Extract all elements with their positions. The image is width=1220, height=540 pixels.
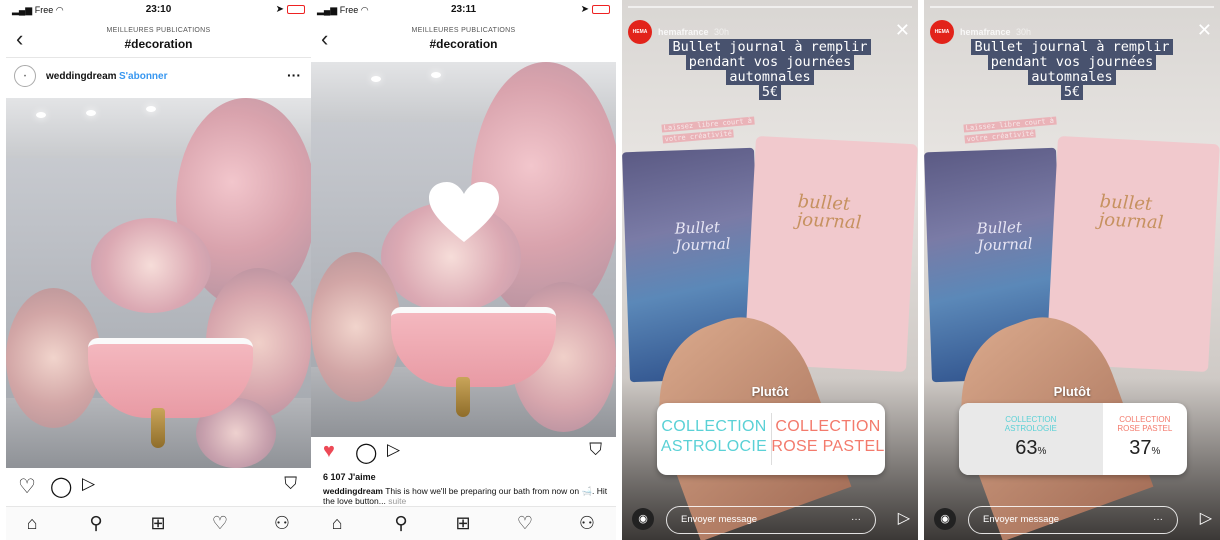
post-actions: ♡ ◯ ▷ ⛉ (6, 474, 311, 502)
battery-icon: ➤ (276, 4, 305, 15)
comment-icon[interactable]: ◯ (50, 474, 72, 499)
send-icon[interactable]: ▷ (1200, 508, 1212, 528)
bathtub (391, 307, 556, 387)
bookmark-icon[interactable]: ⛉ (589, 440, 602, 460)
home-icon[interactable]: ⌂ (20, 513, 44, 535)
camera-icon[interactable]: ◉ (632, 508, 654, 530)
feed-screen-2: ▂▄▆ Free ◠ 23:11 ➤ ‹ MEILLEURES PUBLICAT… (311, 0, 616, 540)
bottom-tab-bar: ⌂ ⚲ ⊞ ♡ ⚇ (6, 506, 311, 540)
status-bar: ▂▄▆ Free ◠ 23:11 ➤ (311, 0, 616, 20)
story-time: 30h (1016, 27, 1032, 37)
post-photo[interactable] (6, 98, 311, 468)
more-horizontal-icon[interactable]: ··· (287, 67, 301, 83)
story-screen-results: HEMA hemafrance 30h ✕ Bullet journal à r… (924, 0, 1220, 540)
heart-icon[interactable]: ♥ (323, 440, 335, 463)
feed-screen-1: ▂▄▆ Free ◠ 23:10 ➤ ‹ MEILLEURES PUBLICAT… (6, 0, 311, 540)
page-header: ‹ MEILLEURES PUBLICATIONS #decoration (311, 22, 616, 58)
story-reply-bar: ◉ Envoyer message ··· ▷ (622, 500, 918, 540)
story-reply-bar: ◉ Envoyer message ··· ▷ (924, 500, 1220, 540)
post-header: ♥ weddingdream · S'abonner ··· (6, 62, 311, 92)
caption-more-link[interactable]: suite (386, 496, 406, 506)
send-icon[interactable]: ▷ (898, 508, 910, 528)
poll-results: COLLECTION ASTROLOGIE 63% COLLECTION ROSE … (959, 403, 1187, 475)
poll-result-b: COLLECTION ROSE PASTEL 37% (1117, 415, 1173, 459)
story-time: 30h (714, 27, 730, 37)
story-headline: Bullet journal à remplir pendant vos jour… (924, 39, 1220, 100)
send-icon[interactable]: ▷ (82, 474, 95, 494)
profile-icon[interactable]: ⚇ (575, 513, 599, 535)
page-subtitle: MEILLEURES PUBLICATIONS (106, 27, 211, 34)
page-title: #decoration (429, 37, 498, 51)
poll-question: Plutôt (1053, 384, 1091, 399)
bathtub (88, 338, 253, 418)
home-icon[interactable]: ⌂ (325, 513, 349, 535)
like-heart-overlay (429, 182, 499, 242)
story-headline: Bullet journal à remplir pendant vos jour… (622, 39, 918, 100)
bottom-tab-bar: ⌂ ⚲ ⊞ ♡ ⚇ (311, 506, 616, 540)
poll-sticker: COLLECTION ASTROLOCIE COLLECTION ROSE PAST… (657, 403, 885, 475)
send-icon[interactable]: ▷ (387, 440, 400, 460)
story-progress-bar (628, 6, 912, 8)
search-icon[interactable]: ⚲ (389, 513, 413, 535)
bookmark-icon[interactable]: ⛉ (284, 474, 297, 494)
avatar[interactable]: ♥ (14, 65, 36, 87)
follow-button[interactable]: S'abonner (119, 71, 168, 82)
page-header: ‹ MEILLEURES PUBLICATIONS #decoration (6, 22, 311, 58)
story-progress-bar (930, 6, 1214, 8)
clock: 23:10 (145, 4, 172, 15)
heart-icon[interactable]: ♡ (18, 474, 36, 499)
close-icon[interactable]: ✕ (1197, 20, 1212, 41)
add-post-icon[interactable]: ⊞ (451, 513, 475, 535)
message-input[interactable]: Envoyer message ··· (968, 506, 1178, 534)
close-icon[interactable]: ✕ (895, 20, 910, 41)
poll-result-a: COLLECTION ASTROLOGIE 63% (1004, 415, 1057, 459)
like-count[interactable]: 6 107 J'aime (323, 472, 376, 482)
separator: · (113, 71, 117, 82)
search-icon[interactable]: ⚲ (84, 513, 108, 535)
post-photo[interactable] (311, 62, 616, 437)
story-screen-poll: HEMA hemafrance 30h ✕ Bullet journal à r… (622, 0, 918, 540)
story-username[interactable]: hemafrance (960, 27, 1011, 37)
activity-heart-icon[interactable]: ♡ (513, 513, 537, 535)
post-actions: ♥ ◯ ▷ ⛉ (311, 440, 616, 468)
caption-username[interactable]: weddingdream (323, 486, 383, 496)
profile-icon[interactable]: ⚇ (270, 513, 294, 535)
camera-icon[interactable]: ◉ (934, 508, 956, 530)
message-input[interactable]: Envoyer message ··· (666, 506, 876, 534)
post-caption: weddingdream This is how we'll be prepar… (323, 486, 608, 506)
add-post-icon[interactable]: ⊞ (146, 513, 170, 535)
poll-option-b[interactable]: COLLECTION ROSE PASTEL (771, 403, 885, 475)
comment-icon[interactable]: ◯ (355, 440, 377, 465)
clock: 23:11 (450, 4, 477, 15)
battery-icon: ➤ (581, 4, 610, 15)
activity-heart-icon[interactable]: ♡ (208, 513, 232, 535)
story-username[interactable]: hemafrance (658, 27, 709, 37)
poll-option-a[interactable]: COLLECTION ASTROLOCIE (657, 403, 771, 475)
page-subtitle: MEILLEURES PUBLICATIONS (411, 27, 516, 34)
poll-question: Plutôt (751, 384, 789, 399)
post-username[interactable]: weddingdream (46, 71, 117, 82)
page-title: #decoration (124, 37, 193, 51)
status-bar: ▂▄▆ Free ◠ 23:10 ➤ (6, 0, 311, 20)
